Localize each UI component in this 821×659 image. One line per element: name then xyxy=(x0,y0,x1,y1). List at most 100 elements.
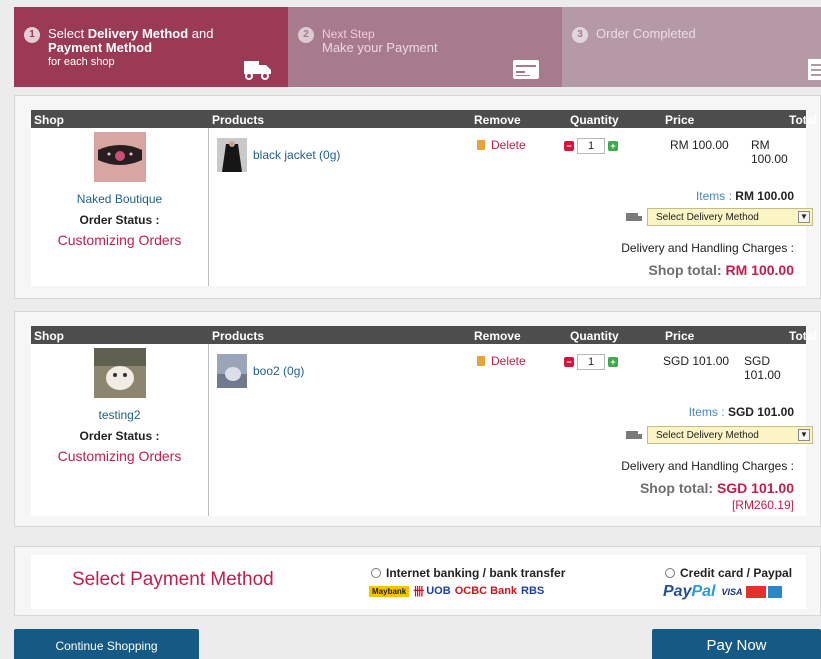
delivery-method-select[interactable]: Select Delivery Method ▼ xyxy=(647,426,813,444)
shop-total-label: Shop total: xyxy=(648,262,722,278)
header-total: Total xyxy=(789,113,817,127)
payment-option-bank-transfer[interactable]: Internet banking / bank transfer xyxy=(371,566,565,580)
trash-icon xyxy=(477,140,485,150)
step-1-select-delivery: 1 Select Delivery Method and Payment Met… xyxy=(14,7,288,87)
step-2-title: Next Step xyxy=(322,27,375,41)
ocbc-logo: OCBC Bank xyxy=(454,585,518,597)
step-1-prefix: Select xyxy=(48,26,88,41)
items-value: RM 100.00 xyxy=(735,189,794,203)
product-thumbnail[interactable] xyxy=(217,138,247,172)
step-2-text: Next Step Make your Payment xyxy=(322,27,562,55)
card-logos: PayPal VISA xyxy=(663,583,782,601)
quantity-increase-button[interactable]: + xyxy=(608,141,618,151)
delivery-method-select[interactable]: Select Delivery Method ▼ xyxy=(647,208,813,226)
shop-avatar[interactable] xyxy=(93,348,146,398)
uob-logo: UOB xyxy=(426,585,451,597)
header-price: Price xyxy=(665,113,695,127)
quantity-decrease-button[interactable]: − xyxy=(564,357,574,367)
payment-method-title: Select Payment Method xyxy=(72,569,274,590)
delivery-truck-icon xyxy=(626,431,642,439)
trash-icon xyxy=(477,356,485,366)
header-shop: Shop xyxy=(34,113,64,127)
column-divider xyxy=(208,128,209,286)
receipt-icon xyxy=(808,59,821,80)
header-products: Products xyxy=(212,329,265,343)
step-3-text: Order Completed xyxy=(596,27,821,41)
delete-label: Delete xyxy=(491,138,526,152)
visa-logo: VISA xyxy=(721,587,743,597)
delete-button[interactable]: Delete xyxy=(477,138,526,152)
step-1-number: 1 xyxy=(24,27,40,43)
price-value: SGD 101.00 xyxy=(663,354,730,368)
shop-total: Shop total: SGD 101.00 xyxy=(640,480,794,496)
table-header: Shop Products Remove Quantity Price Tota… xyxy=(31,110,817,128)
paypal-logo-part2: Pal xyxy=(691,583,716,600)
delivery-charges-label: Delivery and Handling Charges : xyxy=(621,459,794,473)
delivery-select-value: Select Delivery Method xyxy=(656,430,759,441)
delivery-method-row: Select Delivery Method ▼ xyxy=(626,208,813,226)
shop-total-label: Shop total: xyxy=(639,480,714,496)
shop-name-link[interactable]: Naked Boutique xyxy=(31,192,208,206)
header-total: Total xyxy=(789,329,817,343)
order-status-value: Customizing Orders xyxy=(57,232,182,248)
header-quantity: Quantity xyxy=(570,113,619,127)
order-status-label: Order Status : xyxy=(79,429,160,443)
rbs-logo: RBS xyxy=(521,585,545,597)
delivery-truck-icon xyxy=(626,213,642,221)
credit-card-radio[interactable] xyxy=(665,568,675,578)
step-2-number: 2 xyxy=(298,27,314,43)
converted-total: [RM260.19] xyxy=(731,498,794,512)
order-status-label: Order Status : xyxy=(79,213,160,227)
header-products: Products xyxy=(212,113,265,127)
delete-button[interactable]: Delete xyxy=(477,354,526,368)
step-2-make-payment: 2 Next Step Make your Payment xyxy=(288,7,562,87)
shop-panel-testing2: Shop Products Remove Quantity Price Tota… xyxy=(14,311,821,527)
quantity-input[interactable]: 1 xyxy=(577,138,605,154)
header-remove: Remove xyxy=(474,329,521,343)
header-price: Price xyxy=(665,329,695,343)
product-row: black jacket (0g) xyxy=(217,138,340,172)
shop-cart-table: Shop Products Remove Quantity Price Tota… xyxy=(31,326,817,516)
price-value: RM 100.00 xyxy=(670,138,729,152)
payment-method-panel: Select Payment Method Internet banking /… xyxy=(14,546,821,616)
chevron-down-icon: ▼ xyxy=(798,429,810,441)
product-name-link[interactable]: black jacket (0g) xyxy=(253,148,340,162)
shop-total-value: RM 100.00 xyxy=(725,262,794,278)
shop-total-value: SGD 101.00 xyxy=(716,480,794,496)
delivery-method-row: Select Delivery Method ▼ xyxy=(626,426,813,444)
quantity-decrease-button[interactable]: − xyxy=(564,141,574,151)
chevron-down-icon: ▼ xyxy=(798,211,810,223)
continue-shopping-button[interactable]: Continue Shopping xyxy=(14,629,199,659)
total-value: SGD 101.00 xyxy=(744,354,781,382)
credit-card-label: Credit card / Paypal xyxy=(680,566,793,580)
quantity-input[interactable]: 1 xyxy=(577,354,605,370)
quantity-increase-button[interactable]: + xyxy=(608,357,618,367)
delivery-charges-label: Delivery and Handling Charges : xyxy=(621,241,794,255)
header-remove: Remove xyxy=(474,113,521,127)
amex-logo xyxy=(767,586,782,598)
product-thumbnail[interactable] xyxy=(217,354,247,388)
product-name-link[interactable]: boo2 (0g) xyxy=(253,364,304,378)
header-shop: Shop xyxy=(34,329,64,343)
shop-panel-naked-boutique: Shop Products Remove Quantity Price Tota… xyxy=(14,95,821,299)
items-value: SGD 101.00 xyxy=(727,405,794,419)
shop-cart-table: Shop Products Remove Quantity Price Tota… xyxy=(31,110,817,286)
step-1-bold2: Payment Method xyxy=(48,40,153,55)
shop-name-link[interactable]: testing2 xyxy=(31,408,208,422)
uob-mark-icon: 卌 xyxy=(413,586,425,598)
product-row: boo2 (0g) xyxy=(217,354,304,388)
header-quantity: Quantity xyxy=(570,329,619,343)
items-label: Items : xyxy=(688,405,725,419)
shop-avatar[interactable] xyxy=(93,132,146,182)
payment-option-credit-card[interactable]: Credit card / Paypal xyxy=(665,566,792,580)
total-value: RM 100.00 xyxy=(751,138,788,166)
bank-transfer-radio[interactable] xyxy=(371,568,381,578)
pay-now-button[interactable]: Pay Now xyxy=(652,629,821,659)
checkout-steps: 1 Select Delivery Method and Payment Met… xyxy=(14,7,821,87)
quantity-stepper: − 1 + xyxy=(564,138,618,154)
quantity-stepper: − 1 + xyxy=(564,354,618,370)
paypal-logo: PayPal xyxy=(663,583,715,601)
step-3-number: 3 xyxy=(572,27,588,43)
truck-icon xyxy=(244,61,271,80)
mastercard-logo xyxy=(745,586,766,598)
